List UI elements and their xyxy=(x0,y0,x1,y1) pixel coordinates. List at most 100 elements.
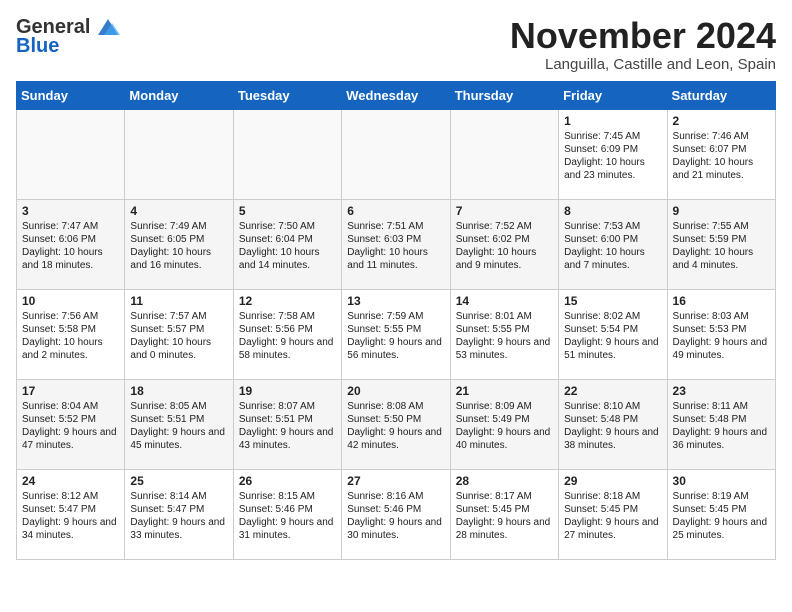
day-info: Daylight: 9 hours and 58 minutes. xyxy=(239,336,336,362)
day-info: Sunrise: 8:07 AM xyxy=(239,400,336,413)
day-info: Daylight: 9 hours and 27 minutes. xyxy=(564,516,661,542)
logo: General Blue xyxy=(16,16,122,58)
calendar-cell: 1Sunrise: 7:45 AMSunset: 6:09 PMDaylight… xyxy=(559,109,667,199)
day-number: 25 xyxy=(130,474,227,488)
logo-icon xyxy=(94,17,122,37)
day-info: Sunset: 5:48 PM xyxy=(673,413,770,426)
day-info: Sunset: 6:05 PM xyxy=(130,233,227,246)
day-info: Sunrise: 8:19 AM xyxy=(673,490,770,503)
day-info: Sunrise: 7:46 AM xyxy=(673,130,770,143)
day-info: Daylight: 9 hours and 42 minutes. xyxy=(347,426,444,452)
calendar-week-row: 24Sunrise: 8:12 AMSunset: 5:47 PMDayligh… xyxy=(17,469,776,559)
weekday-header-tuesday: Tuesday xyxy=(233,81,341,109)
day-info: Sunrise: 8:15 AM xyxy=(239,490,336,503)
day-info: Sunrise: 7:47 AM xyxy=(22,220,119,233)
day-info: Sunset: 5:45 PM xyxy=(456,503,553,516)
calendar-table: SundayMondayTuesdayWednesdayThursdayFrid… xyxy=(16,81,776,560)
day-info: Sunset: 5:45 PM xyxy=(673,503,770,516)
day-number: 5 xyxy=(239,204,336,218)
day-info: Sunset: 5:52 PM xyxy=(22,413,119,426)
day-info: Sunrise: 8:11 AM xyxy=(673,400,770,413)
calendar-cell: 20Sunrise: 8:08 AMSunset: 5:50 PMDayligh… xyxy=(342,379,450,469)
day-info: Sunrise: 8:02 AM xyxy=(564,310,661,323)
day-info: Daylight: 9 hours and 47 minutes. xyxy=(22,426,119,452)
day-info: Sunset: 6:07 PM xyxy=(673,143,770,156)
day-number: 26 xyxy=(239,474,336,488)
day-number: 17 xyxy=(22,384,119,398)
day-info: Sunrise: 7:52 AM xyxy=(456,220,553,233)
calendar-cell: 24Sunrise: 8:12 AMSunset: 5:47 PMDayligh… xyxy=(17,469,125,559)
calendar-cell: 6Sunrise: 7:51 AMSunset: 6:03 PMDaylight… xyxy=(342,199,450,289)
day-info: Daylight: 10 hours and 23 minutes. xyxy=(564,156,661,182)
day-info: Sunset: 5:50 PM xyxy=(347,413,444,426)
calendar-header-row: SundayMondayTuesdayWednesdayThursdayFrid… xyxy=(17,81,776,109)
day-info: Daylight: 9 hours and 34 minutes. xyxy=(22,516,119,542)
day-number: 20 xyxy=(347,384,444,398)
day-number: 4 xyxy=(130,204,227,218)
calendar-cell: 13 Sunrise: 7:59 AMSunset: 5:55 PMDayligh… xyxy=(342,289,450,379)
day-info: Sunset: 5:55 PM xyxy=(347,323,444,336)
day-info: Daylight: 10 hours and 18 minutes. xyxy=(22,246,119,272)
day-number: 3 xyxy=(22,204,119,218)
day-info: Sunrise: 8:18 AM xyxy=(564,490,661,503)
day-info: Daylight: 10 hours and 0 minutes. xyxy=(130,336,227,362)
day-number: 29 xyxy=(564,474,661,488)
calendar-cell: 14Sunrise: 8:01 AMSunset: 5:55 PMDayligh… xyxy=(450,289,558,379)
day-number: 22 xyxy=(564,384,661,398)
day-number: 8 xyxy=(564,204,661,218)
calendar-cell: 4Sunrise: 7:49 AMSunset: 6:05 PMDaylight… xyxy=(125,199,233,289)
calendar-cell xyxy=(342,109,450,199)
day-number: 19 xyxy=(239,384,336,398)
day-info: Sunrise: 7:55 AM xyxy=(673,220,770,233)
day-info: Sunset: 5:45 PM xyxy=(564,503,661,516)
day-number: 21 xyxy=(456,384,553,398)
day-number: 28 xyxy=(456,474,553,488)
day-number: 14 xyxy=(456,294,553,308)
day-number: 15 xyxy=(564,294,661,308)
day-info: Sunrise: 7:57 AM xyxy=(130,310,227,323)
day-info: Sunrise: 7:59 AM xyxy=(347,310,444,323)
day-info: Sunrise: 8:03 AM xyxy=(673,310,770,323)
calendar-cell: 19Sunrise: 8:07 AMSunset: 5:51 PMDayligh… xyxy=(233,379,341,469)
day-info: Sunset: 6:06 PM xyxy=(22,233,119,246)
day-info: Sunrise: 7:56 AM xyxy=(22,310,119,323)
day-info: Sunrise: 7:58 AM xyxy=(239,310,336,323)
day-number: 7 xyxy=(456,204,553,218)
day-info: Daylight: 9 hours and 43 minutes. xyxy=(239,426,336,452)
calendar-cell: 5Sunrise: 7:50 AMSunset: 6:04 PMDaylight… xyxy=(233,199,341,289)
day-info: Daylight: 10 hours and 11 minutes. xyxy=(347,246,444,272)
day-info: Sunset: 5:57 PM xyxy=(130,323,227,336)
day-number: 18 xyxy=(130,384,227,398)
day-info: Daylight: 10 hours and 4 minutes. xyxy=(673,246,770,272)
calendar-cell xyxy=(125,109,233,199)
calendar-cell: 11Sunrise: 7:57 AMSunset: 5:57 PMDayligh… xyxy=(125,289,233,379)
day-number: 12 xyxy=(239,294,336,308)
day-info: Daylight: 9 hours and 36 minutes. xyxy=(673,426,770,452)
day-info: Sunrise: 8:01 AM xyxy=(456,310,553,323)
day-info: Sunset: 5:54 PM xyxy=(564,323,661,336)
day-info: Sunrise: 7:45 AM xyxy=(564,130,661,143)
calendar-cell: 7Sunrise: 7:52 AMSunset: 6:02 PMDaylight… xyxy=(450,199,558,289)
day-info: Daylight: 10 hours and 21 minutes. xyxy=(673,156,770,182)
calendar-cell: 2Sunrise: 7:46 AMSunset: 6:07 PMDaylight… xyxy=(667,109,775,199)
calendar-cell: 21Sunrise: 8:09 AMSunset: 5:49 PMDayligh… xyxy=(450,379,558,469)
day-number: 6 xyxy=(347,204,444,218)
weekday-header-thursday: Thursday xyxy=(450,81,558,109)
weekday-header-friday: Friday xyxy=(559,81,667,109)
day-number: 13 xyxy=(347,294,444,308)
day-info: Daylight: 9 hours and 56 minutes. xyxy=(347,336,444,362)
page-header: General Blue November 2024 Languilla, Ca… xyxy=(16,16,776,73)
day-info: Daylight: 10 hours and 9 minutes. xyxy=(456,246,553,272)
calendar-cell xyxy=(450,109,558,199)
calendar-cell: 8Sunrise: 7:53 AMSunset: 6:00 PMDaylight… xyxy=(559,199,667,289)
day-info: Daylight: 9 hours and 51 minutes. xyxy=(564,336,661,362)
calendar-cell: 12 Sunrise: 7:58 AMSunset: 5:56 PMDayligh… xyxy=(233,289,341,379)
day-info: Sunset: 6:03 PM xyxy=(347,233,444,246)
calendar-cell: 17Sunrise: 8:04 AMSunset: 5:52 PMDayligh… xyxy=(17,379,125,469)
day-info: Sunset: 5:56 PM xyxy=(239,323,336,336)
day-info: Sunrise: 8:17 AM xyxy=(456,490,553,503)
day-info: Sunset: 5:49 PM xyxy=(456,413,553,426)
day-info: Daylight: 9 hours and 38 minutes. xyxy=(564,426,661,452)
day-info: Daylight: 9 hours and 31 minutes. xyxy=(239,516,336,542)
day-info: Sunrise: 7:53 AM xyxy=(564,220,661,233)
